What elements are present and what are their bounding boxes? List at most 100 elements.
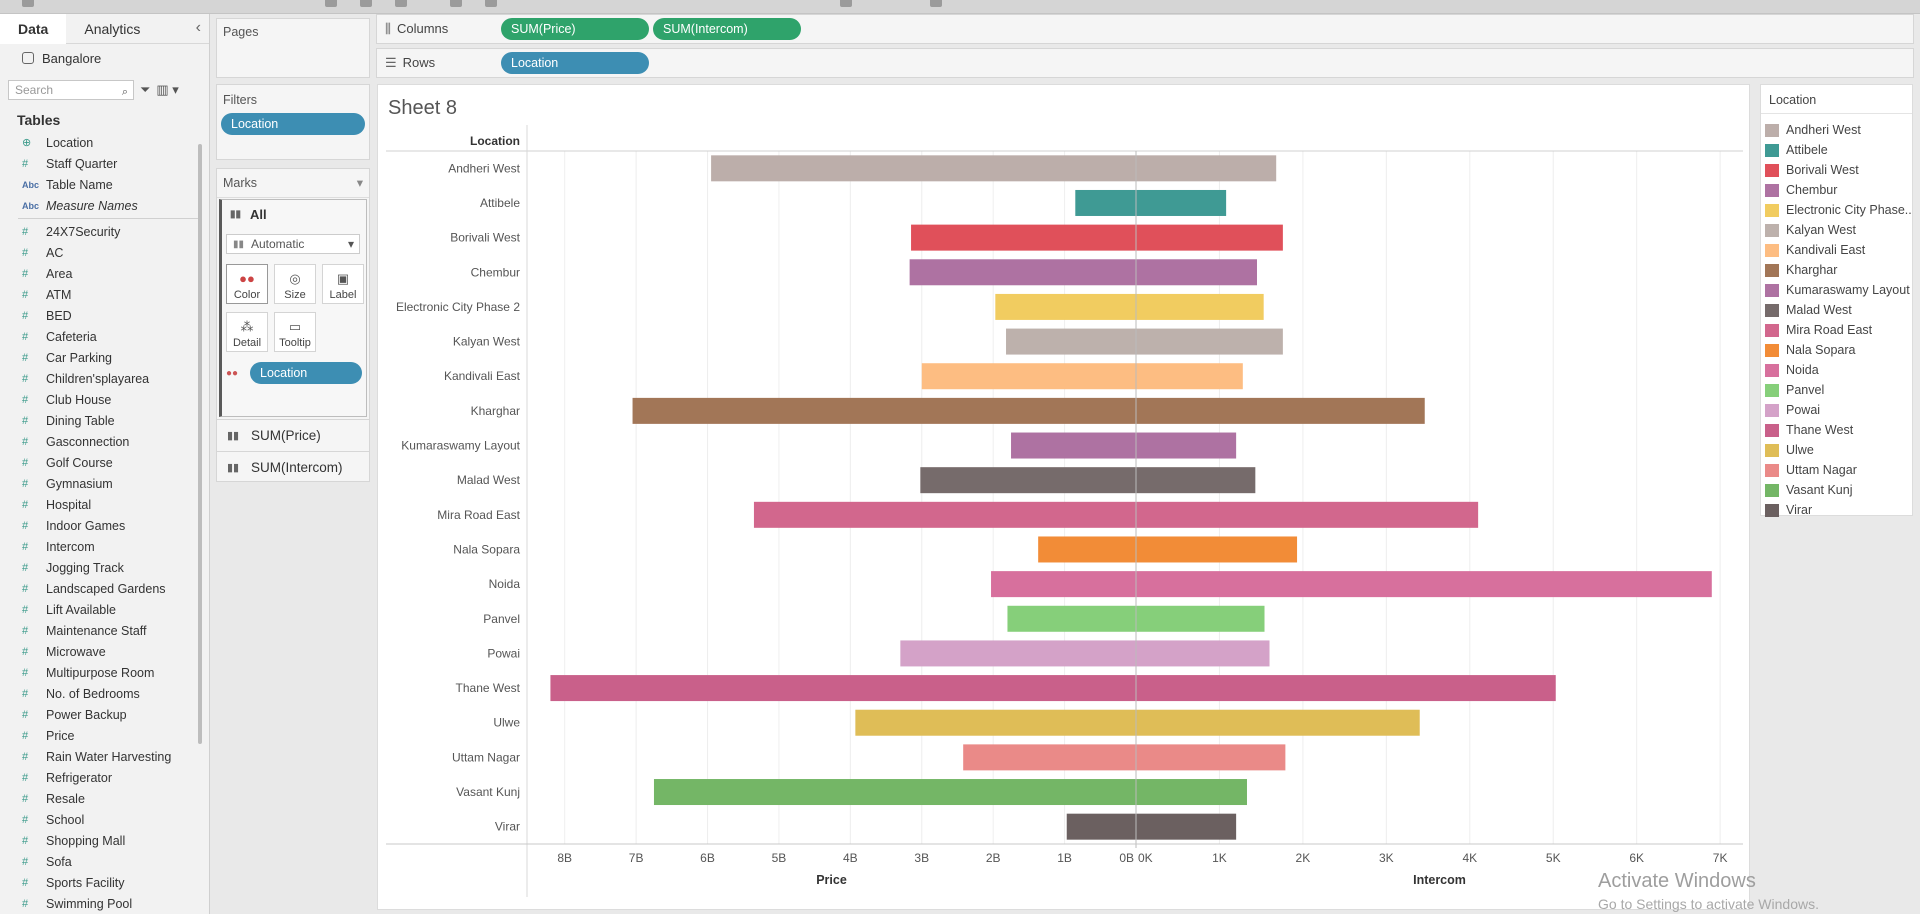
tab-data[interactable]: Data [0,13,67,44]
filter-icon[interactable]: ⏷ [140,82,150,98]
field-item[interactable]: # Lift Available [0,599,209,620]
legend-item[interactable]: Noida [1761,360,1912,380]
legend-item[interactable]: Kalyan West [1761,220,1912,240]
legend-item[interactable]: Malad West [1761,300,1912,320]
tab-analytics[interactable]: Analytics [66,14,158,44]
field-item[interactable]: # Maintenance Staff [0,620,209,641]
field-item[interactable]: # Resale [0,788,209,809]
field-item[interactable]: # AC [0,242,209,263]
bar-price [753,501,1136,528]
legend-item[interactable]: Kandivali East [1761,240,1912,260]
field-item[interactable]: # Gasconnection [0,431,209,452]
field-item[interactable]: # Jogging Track [0,557,209,578]
detail-button[interactable]: ⁂ Detail [226,312,268,352]
mark-type-select[interactable]: ▮▮ Automatic ▾ [226,234,360,254]
toolbar-icon[interactable] [395,0,407,7]
field-item[interactable]: # BED [0,305,209,326]
field-item[interactable]: # Sports Facility [0,872,209,893]
legend-item[interactable]: Thane West [1761,420,1912,440]
legend-item[interactable]: Vasant Kunj [1761,480,1912,500]
field-label: Intercom [46,539,95,554]
field-item[interactable]: Abc Table Name [0,174,209,195]
columns-pill-sum-price[interactable]: SUM(Price) [501,18,649,40]
columns-pill-sum-intercom[interactable]: SUM(Intercom) [653,18,801,40]
filter-pill-location[interactable]: Location [221,113,365,135]
search-input[interactable]: Search ⌕ [8,80,134,100]
field-item[interactable]: # Gymnasium [0,473,209,494]
legend-item[interactable]: Virar [1761,500,1912,520]
toolbar-icon[interactable] [22,0,34,7]
view-options-icon[interactable]: ▥ ▾ [156,82,178,98]
legend-item[interactable]: Kharghar [1761,260,1912,280]
legend-item[interactable]: Kumaraswamy Layout [1761,280,1912,300]
legend-label: Noida [1786,363,1819,377]
field-item[interactable]: # Hospital [0,494,209,515]
field-item[interactable]: # Rain Water Harvesting [0,746,209,767]
globe-icon: ⊕ [22,137,32,149]
marks-all[interactable]: ▮▮ All [222,200,366,228]
legend-item[interactable]: Borivali West [1761,160,1912,180]
marks-row-sum-price[interactable]: ▮▮ SUM(Price) [217,419,369,451]
legend-item[interactable]: Andheri West [1761,120,1912,140]
tooltip-button[interactable]: ▭ Tooltip [274,312,316,352]
filters-shelf[interactable]: Filters Location [216,84,370,160]
field-item[interactable]: # Intercom [0,536,209,557]
pages-shelf[interactable]: Pages [216,18,370,78]
field-item[interactable]: # Cafeteria [0,326,209,347]
size-button[interactable]: ◎ Size [274,264,316,304]
field-label: No. of Bedrooms [46,686,140,701]
toolbar-icon[interactable] [840,0,852,7]
field-label: Microwave [46,644,106,659]
toolbar-icon[interactable] [930,0,942,7]
field-item[interactable]: # Refrigerator [0,767,209,788]
field-item[interactable]: # Club House [0,389,209,410]
field-item[interactable]: Abc Measure Names [0,195,209,216]
legend-item[interactable]: Uttam Nagar [1761,460,1912,480]
marks-row-sum-intercom[interactable]: ▮▮ SUM(Intercom) [217,451,369,483]
legend-item[interactable]: Chembur [1761,180,1912,200]
columns-shelf[interactable]: ⫼ Columns SUM(Price) SUM(Intercom) [376,14,1914,44]
legend-item[interactable]: Nala Sopara [1761,340,1912,360]
toolbar-icon[interactable] [450,0,462,7]
toolbar-icon[interactable] [360,0,372,7]
field-item[interactable]: # Power Backup [0,704,209,725]
rows-pill-location[interactable]: Location [501,52,649,74]
field-item[interactable]: # Golf Course [0,452,209,473]
marks-menu-icon[interactable]: ▾ [357,175,363,190]
field-item[interactable]: # No. of Bedrooms [0,683,209,704]
field-item[interactable]: # School [0,809,209,830]
color-button[interactable]: ●● Color [226,264,268,304]
data-source[interactable]: Bangalore [0,44,209,72]
field-item[interactable]: # Microwave [0,641,209,662]
field-item[interactable]: # Dining Table [0,410,209,431]
field-item[interactable]: # Car Parking [0,347,209,368]
field-item[interactable]: # Children'splayarea [0,368,209,389]
label-button[interactable]: ▣ Label [322,264,364,304]
field-item[interactable]: # Sofa [0,851,209,872]
field-item[interactable]: # Area [0,263,209,284]
field-item[interactable]: # Staff Quarter [0,153,209,174]
rows-shelf[interactable]: ☰ Rows Location [376,48,1914,78]
legend-label: Ulwe [1786,443,1814,457]
field-item[interactable]: #24X7Security [0,221,209,242]
color-pill-location[interactable]: Location [250,362,362,384]
collapse-icon[interactable]: ‹ [196,19,201,37]
field-item[interactable]: # ATM [0,284,209,305]
legend-item[interactable]: Mira Road East [1761,320,1912,340]
toolbar-icon[interactable] [485,0,497,7]
scrollbar[interactable] [198,144,202,744]
legend-item[interactable]: Panvel [1761,380,1912,400]
legend-item[interactable]: Electronic City Phase... [1761,200,1912,220]
field-item[interactable]: ⊕ Location [0,132,209,153]
field-item[interactable]: # Multipurpose Room [0,662,209,683]
field-item[interactable]: # Price [0,725,209,746]
field-item[interactable]: # Indoor Games [0,515,209,536]
legend-item[interactable]: Attibele [1761,140,1912,160]
field-item[interactable]: # Landscaped Gardens [0,578,209,599]
toolbar-icon[interactable] [325,0,337,7]
field-item[interactable]: # Swimming Pool [0,893,209,914]
legend-item[interactable]: Powai [1761,400,1912,420]
axis-title-intercom: Intercom [1413,873,1466,887]
legend-item[interactable]: Ulwe [1761,440,1912,460]
field-item[interactable]: # Shopping Mall [0,830,209,851]
